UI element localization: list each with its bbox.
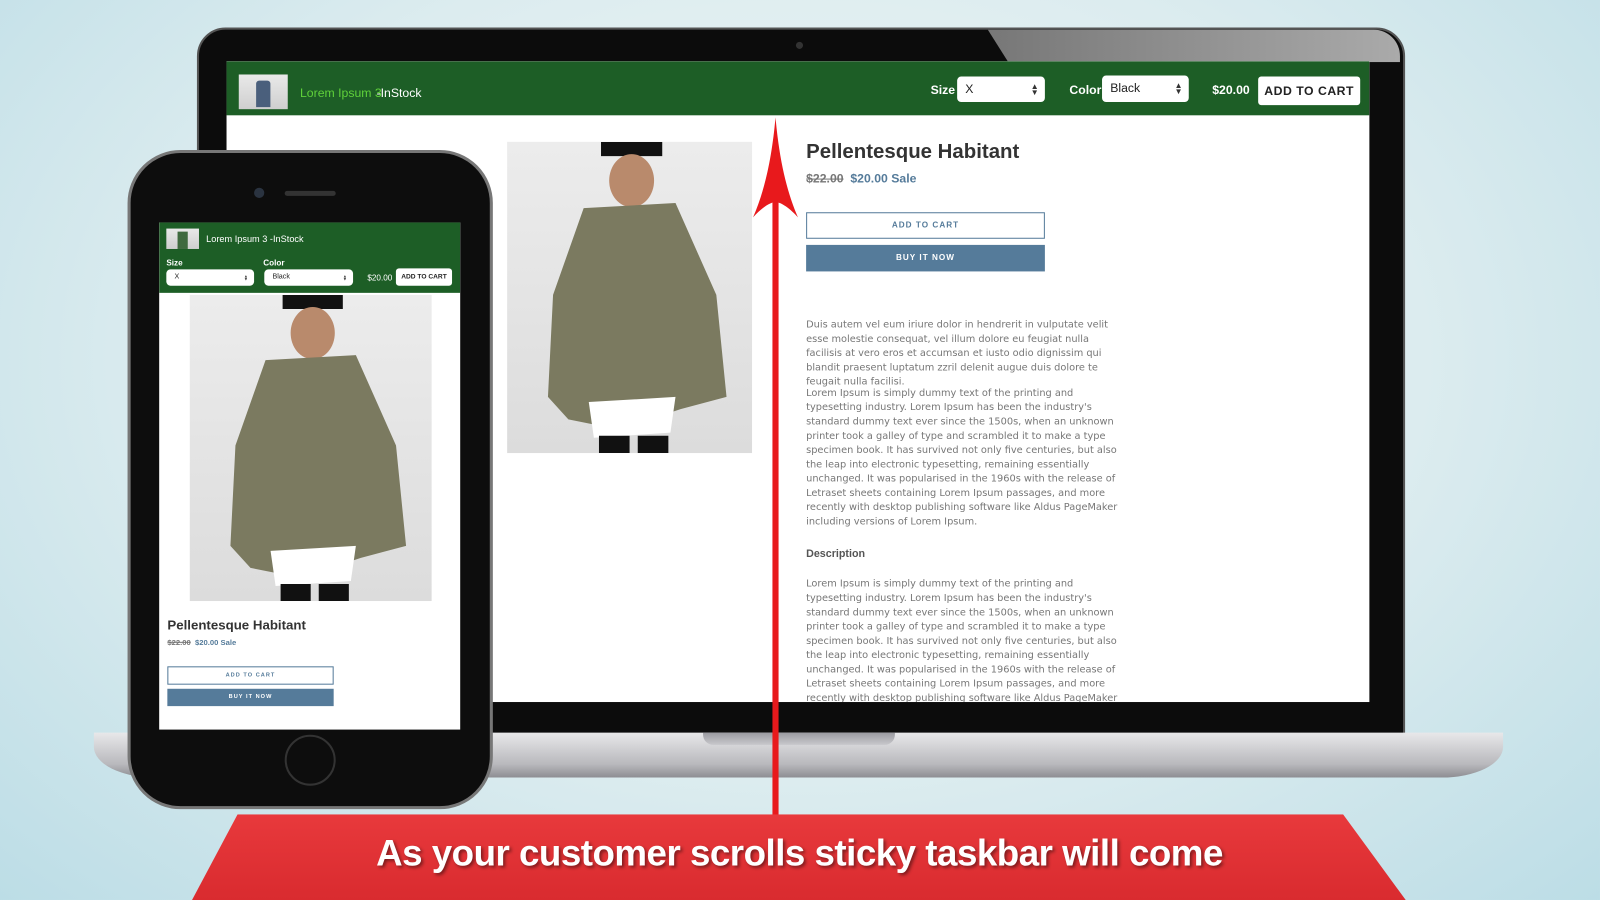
color-label: Color <box>1069 82 1102 97</box>
color-label: Color <box>263 258 285 268</box>
phone-speaker <box>284 190 336 196</box>
mobile-sticky-add-to-cart-button[interactable]: ADD TO CART <box>395 268 453 286</box>
phone-camera <box>254 187 265 198</box>
mobile-product-title: Pellentesque Habitant <box>167 617 306 633</box>
mobile-add-to-cart-button[interactable]: ADD TO CART <box>167 666 334 685</box>
mobile-product-image[interactable] <box>189 294 432 602</box>
desktop-sticky-bar: Lorem Ipsum 3 -InStock Size X ▲ ▼ Color Bl… <box>226 61 1370 116</box>
size-value: X <box>174 273 180 281</box>
select-arrows-icon: ▲ ▼ <box>1030 81 1039 97</box>
mobile-size-select[interactable]: X ▲ ▼ <box>166 269 255 286</box>
sale-price: $20.00 Sale <box>195 637 237 647</box>
size-label: Size <box>930 82 956 97</box>
mobile-color-select[interactable]: Black ▲ ▼ <box>264 269 354 286</box>
add-to-cart-button[interactable]: ADD TO CART <box>806 212 1045 239</box>
description-heading: Description <box>806 547 866 561</box>
select-arrows-icon: ▲ ▼ <box>342 273 347 282</box>
laptop-reflection <box>987 29 1400 63</box>
promo-stage: Lorem Ipsum 3 -InStock Size X ▲ ▼ Color Bl… <box>0 0 1600 900</box>
mobile-sticky-title: Lorem Ipsum 3 -InStock <box>206 233 304 244</box>
select-arrows-icon: ▲ ▼ <box>243 273 248 282</box>
sticky-product-name: Lorem Ipsum 3 <box>299 85 382 100</box>
model-figure <box>547 141 727 454</box>
product-thumbnail <box>166 228 199 249</box>
size-value: X <box>965 81 974 96</box>
size-label: Size <box>166 258 183 268</box>
phone-home-button <box>284 734 336 786</box>
color-value: Black <box>1110 80 1141 95</box>
mobile-sticky-price: $20.00 <box>367 273 393 283</box>
sticky-add-to-cart-button[interactable]: ADD TO CART <box>1258 76 1361 106</box>
mobile-sticky-bar: Lorem Ipsum 3 -InStock Size Color X ▲ ▼ Bl… <box>159 222 461 293</box>
promo-banner-text: As your customer scrolls sticky taskbar … <box>376 831 1223 874</box>
sticky-stock-status: -InStock <box>376 85 422 100</box>
size-select[interactable]: X ▲ ▼ <box>957 76 1045 103</box>
select-arrows-icon: ▲ ▼ <box>1174 80 1183 96</box>
product-thumbnail <box>238 74 288 110</box>
mobile-buy-it-now-button[interactable]: BUY IT NOW <box>167 688 334 707</box>
sticky-price: $20.00 <box>1212 82 1250 97</box>
color-value: Black <box>272 273 290 281</box>
original-price: $22.00 <box>806 171 844 186</box>
scroll-up-arrow-icon <box>753 117 798 827</box>
description-paragraph: Lorem Ipsum is simply dummy text of the … <box>806 578 1118 703</box>
product-title: Pellentesque Habitant <box>806 140 1020 164</box>
color-select[interactable]: Black ▲ ▼ <box>1102 75 1189 103</box>
original-price: $22.00 <box>167 637 191 647</box>
mobile-screen: Lorem Ipsum 3 -InStock Size Color X ▲ ▼ Bl… <box>159 222 461 730</box>
product-paragraph: Lorem Ipsum is simply dummy text of the … <box>806 387 1118 528</box>
laptop-camera <box>795 41 804 49</box>
product-paragraph: Duis autem vel eum iriure dolor in hendr… <box>806 319 1108 388</box>
product-image[interactable] <box>507 141 753 454</box>
buy-it-now-button[interactable]: BUY IT NOW <box>806 244 1045 272</box>
model-figure <box>230 294 407 602</box>
sale-price: $20.00 Sale <box>850 171 917 186</box>
